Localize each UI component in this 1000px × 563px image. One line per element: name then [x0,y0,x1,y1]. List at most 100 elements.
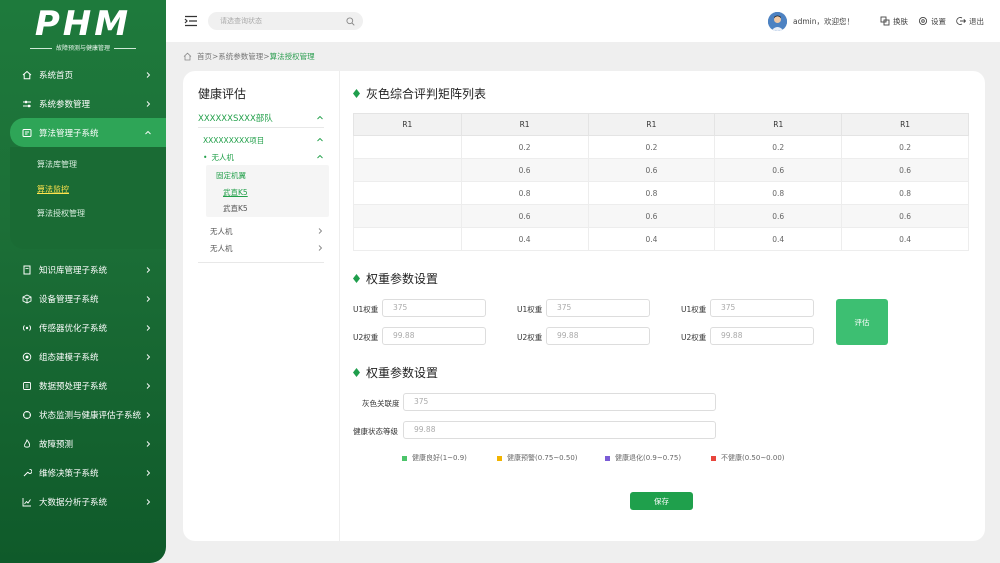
tree-node-fixed-wing[interactable]: 固定机翼 [216,170,246,181]
chevron-up-icon [317,115,323,120]
bullet-icon: • [203,153,208,162]
sidebar-item-label: 组态建模子系统 [39,352,99,363]
u2-weight-input[interactable]: 99.88 [382,327,486,345]
sidebar-item-label: 数据预处理子系统 [39,381,108,392]
legend-label: 健康预警(0.75~0.50) [507,454,578,462]
chevron-right-icon [318,245,323,251]
chevron-right-icon [146,266,151,273]
sidebar: PHM 故障预测与健康管理 系统首页 系统参数管理 算法管理子系统 算法库管理 … [0,0,166,563]
sidebar-item-monitoring[interactable]: 状态监测与健康评估子系统 [0,400,166,429]
sidebar-item-maintenance[interactable]: 维修决策子系统 [0,458,166,487]
sidebar-item-label: 大数据分析子系统 [39,497,108,508]
u1-weight-input[interactable]: 375 [710,299,814,317]
wrench-icon [22,468,32,478]
search-icon[interactable] [346,16,355,26]
table-header: R1 [841,113,969,136]
section-title-text: 权重参数设置 [366,272,439,286]
search-box [208,12,363,30]
chevron-right-icon [146,71,151,78]
chevron-right-icon [146,382,151,389]
sidebar-item-bigdata[interactable]: 大数据分析子系统 [0,487,166,516]
table-cell: 0.8 [587,181,716,205]
sidebar-item-home[interactable]: 系统首页 [0,60,166,89]
tree-title: 健康评估 [198,87,247,101]
sidebar-item-preprocess[interactable]: 数据预处理子系统 [0,371,166,400]
sidebar-item-fault-prediction[interactable]: 故障预测 [0,429,166,458]
skin-button[interactable]: 换肤 [880,16,908,27]
menu-toggle-icon[interactable] [184,15,198,27]
submenu-item-library[interactable]: 算法库管理 [10,153,166,178]
health-level-input[interactable]: 99.88 [403,421,716,439]
sidebar-item-device[interactable]: 设备管理子系统 [0,284,166,313]
algorithm-icon [22,128,32,138]
table-cell: 0.8 [841,181,969,205]
breadcrumb-level1[interactable]: 系统参数管理 [218,51,263,62]
table-cell: 0.6 [587,204,716,228]
chevron-right-icon [146,440,151,447]
algorithm-submenu: 算法库管理 算法监控 算法授权管理 [10,147,166,249]
avatar[interactable] [768,11,787,31]
top-right-tools: admin，欢迎您！ 换肤 设置 退出 [768,11,984,31]
table-cell: 0.6 [841,204,969,228]
tree-node-uav-expanded[interactable]: • 无人机 [203,152,324,163]
chevron-right-icon [146,498,151,505]
cube-icon [22,293,32,304]
u2-weight-input[interactable]: 99.88 [710,327,814,345]
submenu-item-authorization[interactable]: 算法授权管理 [10,202,166,227]
sidebar-item-sensor[interactable]: 传感器优化子系统 [0,313,166,342]
chevron-right-icon [146,295,151,302]
logout-button[interactable]: 退出 [956,16,984,27]
breadcrumb-current: 算法授权管理 [269,52,315,61]
home-icon [22,70,32,80]
tree-subgroup: 固定机翼 武直K5 武直K5 [206,165,329,217]
section-title-weights: 权重参数设置 [353,270,438,287]
grey-relation-label: 灰色关联度 [362,399,400,408]
grey-relation-input[interactable]: 375 [403,393,716,411]
tree-node-unit[interactable]: XXXXXXSXXX部队 [198,112,324,124]
sidebar-item-modeling[interactable]: 组态建模子系统 [0,342,166,371]
table-cell: 0.2 [714,135,843,159]
legend-swatch [605,455,610,461]
u2-weight-label: U2权重 [353,333,379,342]
settings-button[interactable]: 设置 [918,16,946,27]
data-icon [22,381,32,391]
u2-weight-label: U2权重 [681,333,707,342]
u1-weight-input[interactable]: 375 [382,299,486,317]
tree-node-project[interactable]: XXXXXXXXX项目 [203,135,324,146]
sidebar-item-knowledge[interactable]: 知识库管理子系统 [0,255,166,284]
submenu-item-monitor[interactable]: 算法监控 [10,178,166,203]
tree-node-wuzhen-active[interactable]: 武直K5 [223,187,248,198]
section-title-matrix: 灰色综合评判矩阵列表 [353,85,486,102]
chart-icon [22,497,32,507]
sidebar-menu: 系统首页 系统参数管理 算法管理子系统 算法库管理 算法监控 算法授权管理 知识… [0,60,166,516]
table-row: 0.6 0.6 0.6 0.6 [353,204,969,228]
tree-node-wuzhen[interactable]: 武直K5 [223,203,248,214]
table-cell: 0.2 [841,135,969,159]
diamond-icon [353,368,360,377]
health-level-label: 健康状态等级 [353,427,398,436]
monitor-icon [22,410,32,420]
table-cell [353,204,462,228]
u2-weight-input[interactable]: 99.88 [546,327,650,345]
sidebar-item-label: 传感器优化子系统 [39,323,108,334]
search-input[interactable] [220,17,346,25]
tree-node-uav[interactable]: 无人机 [210,226,324,237]
table-cell: 0.8 [460,181,589,205]
legend-item: 健康预警(0.75~0.50) [497,453,578,463]
table-row: 0.6 0.6 0.6 0.6 [353,158,969,182]
gear-icon [918,16,928,26]
u1-weight-input[interactable]: 375 [546,299,650,317]
evaluate-button[interactable]: 评估 [836,299,888,345]
breadcrumb-home[interactable]: 首页 [197,51,212,62]
save-button[interactable]: 保存 [630,492,693,510]
skin-label: 换肤 [893,16,908,26]
table-header: R1 [353,113,462,136]
home-icon[interactable] [183,52,192,61]
tree-node-uav[interactable]: 无人机 [210,243,324,254]
table-cell: 0.4 [587,227,716,251]
sidebar-item-system-params[interactable]: 系统参数管理 [0,89,166,118]
sliders-icon [22,99,32,109]
sidebar-item-algorithm[interactable]: 算法管理子系统 [10,118,166,147]
chevron-right-icon [146,353,151,360]
settings-label: 设置 [931,16,946,26]
